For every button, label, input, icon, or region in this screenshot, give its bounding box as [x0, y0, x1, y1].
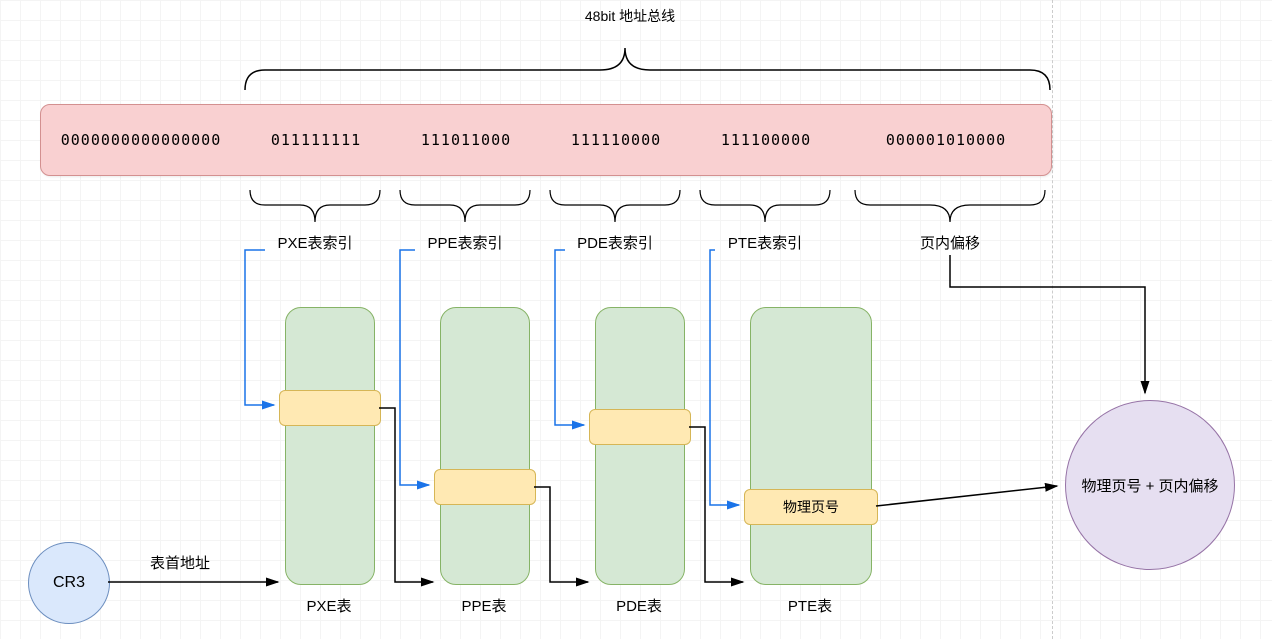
- brace-pde: [550, 190, 680, 222]
- addr-seg-ppe: 111011000: [391, 105, 541, 175]
- ppe-table-label: PPE表: [440, 595, 528, 616]
- pde-table: [595, 307, 685, 585]
- address-bus-title: 48bit 地址总线: [520, 6, 740, 26]
- cr3-arrow-label: 表首地址: [150, 552, 210, 573]
- page-boundary-line: [1052, 0, 1053, 639]
- cr3-register: CR3: [28, 542, 110, 624]
- arrow-pte-to-result: [876, 486, 1057, 506]
- arrow-ppe-index: [400, 250, 429, 485]
- pte-entry-label: 物理页号: [783, 497, 839, 517]
- address-bar: 0000000000000000 011111111 111011000 111…: [40, 104, 1052, 176]
- arrow-pxe-index: [245, 250, 274, 405]
- brace-pte: [700, 190, 830, 222]
- addr-seg-unused: 0000000000000000: [41, 105, 241, 175]
- label-page-offset: 页内偏移: [890, 232, 1010, 253]
- arrow-ppe-to-pde: [534, 487, 588, 582]
- brace-pxe: [250, 190, 380, 222]
- brace-ppe: [400, 190, 530, 222]
- arrow-pxe-to-ppe: [379, 408, 433, 582]
- result-circle: 物理页号 + 页内偏移: [1065, 400, 1235, 570]
- pte-table-label: PTE表: [750, 595, 870, 616]
- result-label: 物理页号 + 页内偏移: [1081, 475, 1218, 496]
- brace-offset: [855, 190, 1045, 222]
- label-pxe-index: PXE表索引: [265, 232, 365, 253]
- label-pte-index: PTE表索引: [715, 232, 815, 253]
- addr-seg-offset: 000001010000: [841, 105, 1051, 175]
- arrow-pde-to-pte: [689, 427, 743, 582]
- pxe-table-label: PXE表: [285, 595, 373, 616]
- top-brace: [245, 48, 1050, 90]
- cr3-label: CR3: [53, 574, 85, 592]
- ppe-table: [440, 307, 530, 585]
- label-ppe-index: PPE表索引: [415, 232, 515, 253]
- ppe-entry: [434, 469, 536, 505]
- pde-entry: [589, 409, 691, 445]
- addr-seg-pte: 111100000: [691, 105, 841, 175]
- addr-seg-pxe: 011111111: [241, 105, 391, 175]
- pxe-table: [285, 307, 375, 585]
- addr-seg-pde: 111110000: [541, 105, 691, 175]
- pte-table: [750, 307, 872, 585]
- pte-entry: 物理页号: [744, 489, 878, 525]
- arrow-offset-to-result: [950, 255, 1145, 393]
- pde-table-label: PDE表: [595, 595, 683, 616]
- label-pde-index: PDE表索引: [565, 232, 665, 253]
- pxe-entry: [279, 390, 381, 426]
- diagram-stage: 48bit 地址总线 0000000000000000 011111111 11…: [0, 0, 1272, 639]
- arrow-pte-index: [710, 250, 739, 505]
- arrow-pde-index: [555, 250, 584, 425]
